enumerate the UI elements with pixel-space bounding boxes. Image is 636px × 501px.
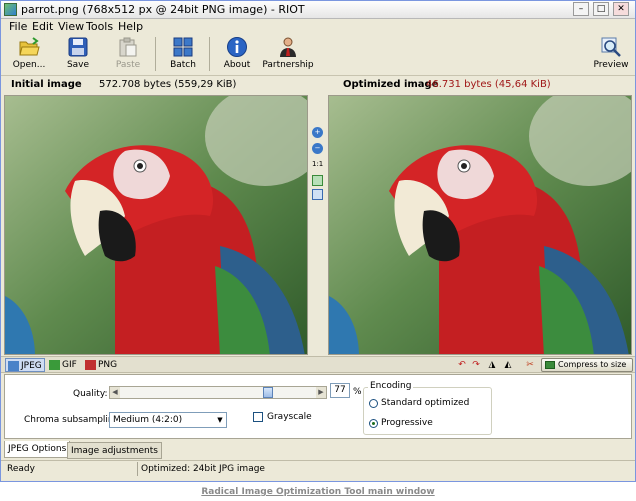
flip-horizontal-icon[interactable]: ◮ [487,360,497,370]
menu-bar: File Edit View Tools Help [1,19,635,34]
optimized-image [329,96,631,354]
format-tab-gif[interactable]: GIF [47,358,81,372]
tab-jpeg-options[interactable]: JPEG Options [4,441,71,458]
zoom-actual-size-button[interactable]: 1:1 [312,159,323,170]
zoom-in-icon[interactable]: + [312,127,323,138]
chevron-down-icon: ▼ [217,416,223,424]
title-bar[interactable]: parrot.png (768x512 px @ 24bit PNG image… [1,1,635,19]
quality-label: Quality: [73,389,108,399]
format-bar: JPEG GIF PNG ↶ ↷ ◮ ◭ ✂ Compress to size [1,356,635,373]
standard-optimized-radio[interactable] [369,399,378,408]
sync-view-icon[interactable] [312,189,323,200]
preview-label: Preview [593,60,629,70]
quality-input[interactable]: 77 [330,383,350,398]
about-button[interactable]: About [217,34,257,74]
grayscale-label: Grayscale [267,412,312,422]
format-tab-png-label: PNG [98,360,118,370]
window-title: parrot.png (768x512 px @ 24bit PNG image… [21,3,305,16]
menu-tools[interactable]: Tools [86,20,113,33]
close-button[interactable]: ✕ [613,2,629,16]
jpeg-icon [8,361,19,371]
chroma-subsampling-value: Medium (4:2:0) [113,415,183,425]
jpeg-options-panel: Quality: ◀ ▶ 77 % Chroma subsampling: Me… [4,374,632,439]
crop-icon[interactable]: ✂ [525,360,535,370]
compress-to-size-button[interactable]: Compress to size [541,358,633,372]
status-bar: Ready Optimized: 24bit JPG image [1,460,635,477]
clipboard-icon [119,37,137,57]
flip-vertical-icon[interactable]: ◭ [503,360,513,370]
menu-help[interactable]: Help [118,20,143,33]
rotate-right-icon[interactable]: ↷ [471,360,481,370]
person-icon [280,37,296,57]
optimized-image-size: 46.731 bytes (45,64 KiB) [426,79,551,90]
format-tab-gif-label: GIF [62,360,77,370]
maximize-button[interactable]: □ [593,2,609,16]
initial-image-label: Initial image [11,79,82,90]
fit-to-window-icon[interactable] [312,175,323,186]
app-window: parrot.png (768x512 px @ 24bit PNG image… [0,0,636,482]
partnership-button[interactable]: Partnership [261,34,315,74]
batch-button[interactable]: Batch [163,34,203,74]
format-tab-jpeg-label: JPEG [21,361,42,371]
quality-unit: % [353,387,362,397]
optimized-image-label: Optimized image [343,79,439,90]
initial-image-size: 572.708 bytes (559,29 KiB) [99,79,237,90]
menu-file[interactable]: File [9,20,27,33]
toolbar: Open... Save Paste Batch About Partnersh… [1,34,635,76]
status-ready: Ready [7,464,35,474]
options-tabs: JPEG Options Image adjustments [1,441,635,459]
rotate-left-icon[interactable]: ↶ [457,360,467,370]
format-tab-jpeg[interactable]: JPEG [5,358,45,372]
format-tab-png[interactable]: PNG [83,358,119,372]
image-header-bar: Initial image 572.708 bytes (559,29 KiB)… [1,77,635,94]
about-label: About [223,60,251,70]
info-icon [227,37,247,57]
chroma-subsampling-select[interactable]: Medium (4:2:0) ▼ [109,412,227,428]
minimize-button[interactable]: – [573,2,589,16]
zoom-toolbar: + − 1:1 [310,127,326,207]
save-button[interactable]: Save [59,34,97,74]
floppy-disk-icon [68,37,88,57]
chroma-subsampling-label: Chroma subsampling: [24,415,123,425]
partnership-label: Partnership [262,60,314,70]
standard-optimized-label: Standard optimized [381,398,470,408]
quality-slider-thumb[interactable] [263,387,274,398]
magnifier-icon [601,37,621,57]
preview-button[interactable]: Preview [591,34,631,74]
figure-caption: Radical Image Optimization Tool main win… [201,487,435,497]
open-button[interactable]: Open... [7,34,51,74]
quality-slider[interactable]: ◀ ▶ [109,386,327,399]
slider-right-arrow-icon[interactable]: ▶ [316,387,326,398]
batch-icon [173,37,193,57]
zoom-out-icon[interactable]: − [312,143,323,154]
compress-label: Compress to size [558,360,627,369]
toolbar-separator [155,37,156,71]
compress-icon [545,361,555,369]
toolbar-separator [209,37,210,71]
menu-edit[interactable]: Edit [32,20,53,33]
slider-left-arrow-icon[interactable]: ◀ [110,387,120,398]
batch-label: Batch [170,60,196,70]
menu-view[interactable]: View [58,20,84,33]
app-icon [4,3,17,16]
grayscale-checkbox[interactable] [253,412,263,422]
png-icon [85,360,96,370]
paste-label: Paste [115,60,141,70]
encoding-title: Encoding [368,381,414,391]
save-label: Save [66,60,90,70]
progressive-radio[interactable] [369,419,378,428]
progressive-label: Progressive [381,418,433,428]
gif-icon [49,360,60,370]
tab-image-adjustments[interactable]: Image adjustments [67,442,162,459]
paste-button[interactable]: Paste [109,34,147,74]
initial-image [5,96,307,354]
initial-image-pane[interactable] [4,95,308,355]
status-divider [137,462,138,476]
folder-open-icon [19,37,40,56]
open-label: Open... [12,60,46,70]
optimized-image-pane[interactable] [328,95,632,355]
status-optimized-info: Optimized: 24bit JPG image [141,464,265,474]
